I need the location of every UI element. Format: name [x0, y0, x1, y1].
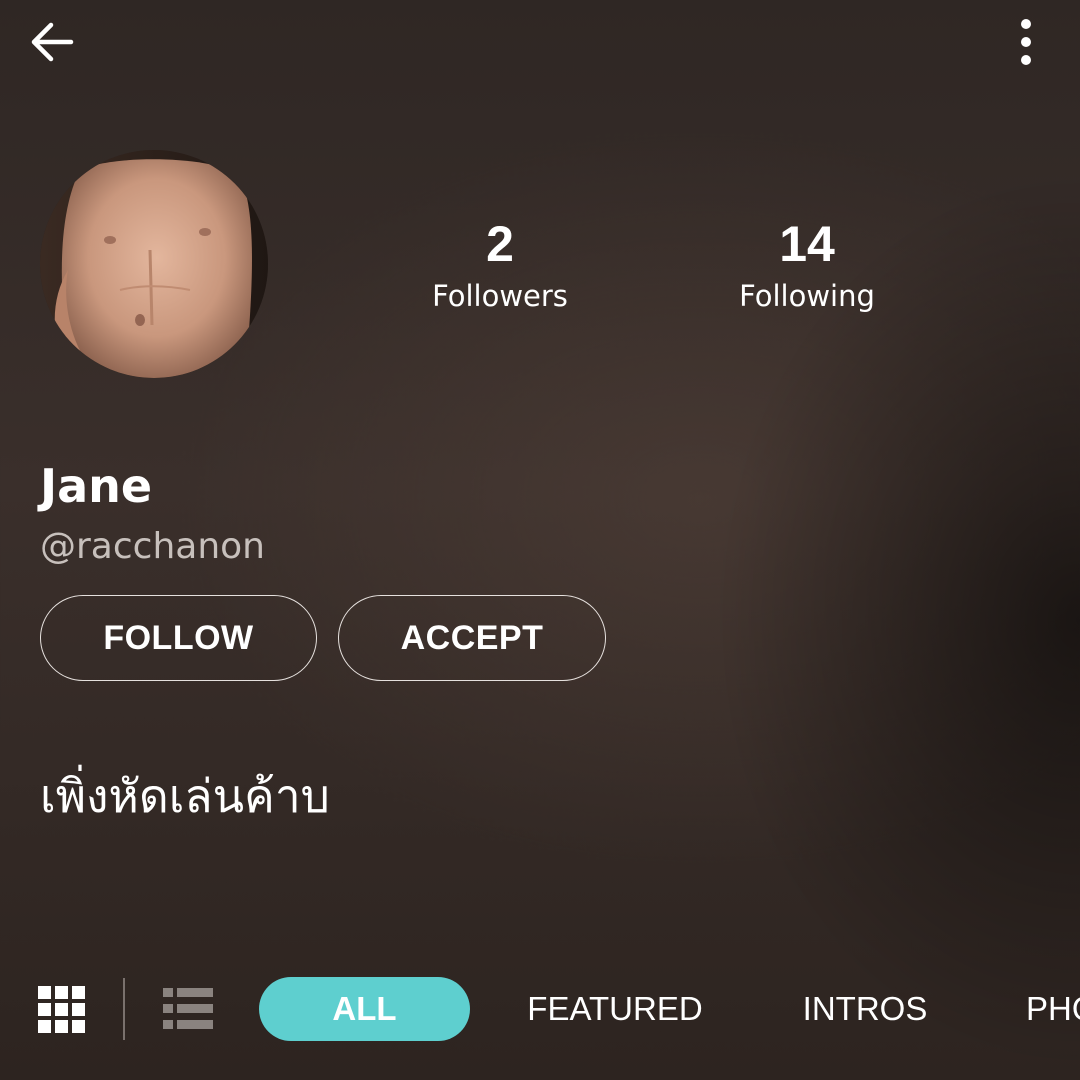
divider: [123, 978, 125, 1040]
followers-count: 2: [486, 216, 514, 272]
tab-photos[interactable]: PHO: [1026, 977, 1080, 1041]
avatar-photo: [40, 150, 268, 378]
more-options-button[interactable]: [998, 12, 1054, 72]
avatar[interactable]: [40, 150, 268, 378]
display-name: Jane: [40, 459, 153, 513]
tab-all[interactable]: ALL: [259, 977, 470, 1041]
accept-button[interactable]: ACCEPT: [338, 595, 606, 681]
followers-label: Followers: [432, 279, 568, 313]
tab-intros[interactable]: INTROS: [790, 977, 940, 1041]
tab-featured[interactable]: FEATURED: [505, 977, 725, 1041]
following-stat[interactable]: 14 Following: [707, 214, 907, 316]
back-button[interactable]: [24, 14, 80, 70]
profile-bio: เพิ่งหัดเล่นค้าบ: [40, 769, 330, 823]
username: @racchanon: [40, 526, 265, 567]
following-count: 14: [779, 216, 835, 272]
follow-button[interactable]: FOLLOW: [40, 595, 317, 681]
following-label: Following: [739, 279, 875, 313]
top-bar: [0, 0, 1080, 90]
list-view-icon[interactable]: [163, 988, 213, 1030]
followers-stat[interactable]: 2 Followers: [400, 214, 600, 316]
content-filter-bar: ALL FEATURED INTROS PHO: [0, 960, 1080, 1060]
arrow-left-icon: [31, 22, 74, 62]
grid-view-icon[interactable]: [38, 986, 86, 1034]
more-vertical-icon: [1021, 19, 1031, 65]
